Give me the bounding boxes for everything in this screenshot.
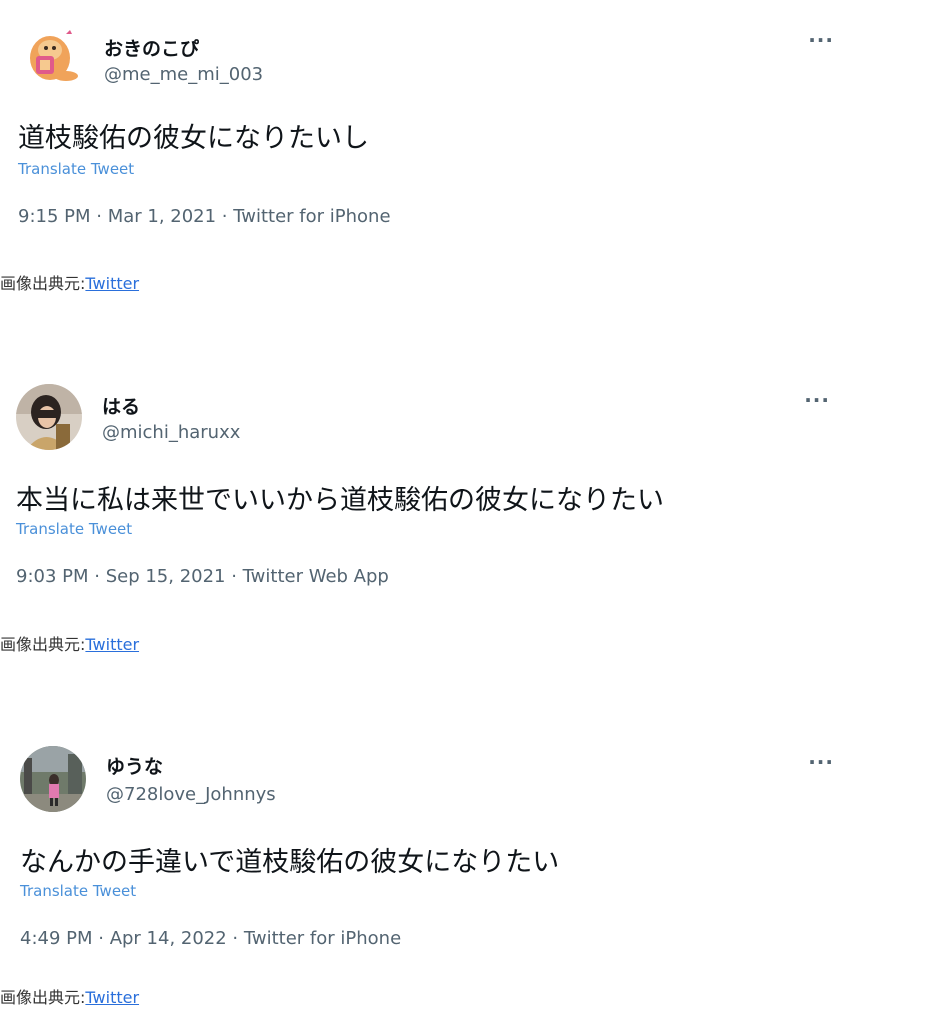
translate-tweet-link[interactable]: Translate Tweet bbox=[20, 882, 136, 900]
tweet-timestamp[interactable]: 4:49 PM · Apr 14, 2022 · Twitter for iPh… bbox=[20, 928, 401, 949]
translate-tweet-link[interactable]: Translate Tweet bbox=[18, 160, 134, 178]
more-options-icon[interactable]: ··· bbox=[808, 750, 834, 774]
tweet-timestamp[interactable]: 9:15 PM · Mar 1, 2021 · Twitter for iPho… bbox=[18, 206, 391, 227]
source-label: 画像出典元: bbox=[0, 988, 86, 1007]
more-options-icon[interactable]: ··· bbox=[804, 388, 830, 412]
tweet-card: おきのこぴ @me_me_mi_003 ··· 道枝駿佑の彼女になりたいし Tr… bbox=[18, 28, 878, 268]
image-source-credit: 画像出典元:Twitter bbox=[0, 270, 139, 294]
tweet-card: はる @michi_haruxx ··· 本当に私は来世でいいから道枝駿佑の彼女… bbox=[16, 384, 876, 624]
tweet-text: 本当に私は来世でいいから道枝駿佑の彼女になりたい bbox=[16, 485, 664, 516]
tweet-text: 道枝駿佑の彼女になりたいし bbox=[18, 123, 369, 154]
translate-tweet-link[interactable]: Translate Tweet bbox=[16, 520, 132, 538]
avatar[interactable] bbox=[20, 746, 86, 812]
tweet-timestamp[interactable]: 9:03 PM · Sep 15, 2021 · Twitter Web App bbox=[16, 566, 389, 587]
display-name[interactable]: おきのこぴ bbox=[104, 34, 199, 61]
avatar[interactable] bbox=[16, 384, 82, 450]
tweet-text: なんかの手違いで道枝駿佑の彼女になりたい bbox=[20, 847, 560, 878]
street-photo-avatar-icon bbox=[20, 746, 86, 812]
user-handle[interactable]: @michi_haruxx bbox=[102, 422, 240, 443]
source-label: 画像出典元: bbox=[0, 274, 86, 293]
more-options-icon[interactable]: ··· bbox=[808, 28, 834, 52]
display-name[interactable]: はる bbox=[102, 392, 140, 419]
display-name[interactable]: ゆうな bbox=[106, 752, 163, 779]
person-photo-avatar-icon bbox=[16, 384, 82, 450]
image-source-credit: 画像出典元:Twitter bbox=[0, 984, 139, 1008]
source-link[interactable]: Twitter bbox=[85, 635, 139, 654]
source-link[interactable]: Twitter bbox=[85, 274, 139, 293]
source-label: 画像出典元: bbox=[0, 635, 86, 654]
avatar[interactable] bbox=[22, 28, 82, 84]
tweet-card: ゆうな @728love_Johnnys ··· なんかの手違いで道枝駿佑の彼女… bbox=[20, 746, 880, 986]
source-link[interactable]: Twitter bbox=[85, 988, 139, 1007]
user-handle[interactable]: @728love_Johnnys bbox=[106, 784, 276, 805]
image-source-credit: 画像出典元:Twitter bbox=[0, 631, 139, 655]
user-handle[interactable]: @me_me_mi_003 bbox=[104, 64, 263, 85]
cartoon-character-avatar-icon bbox=[22, 28, 82, 84]
